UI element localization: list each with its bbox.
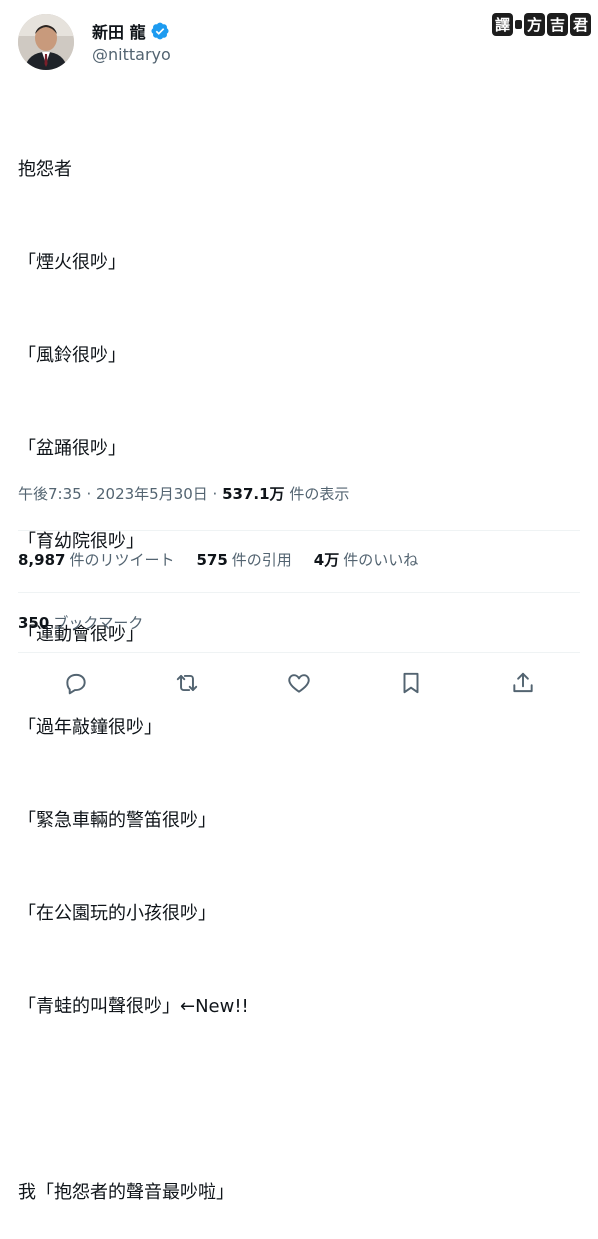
divider: [18, 530, 580, 531]
bookmarks-count: 350: [18, 614, 50, 632]
watermark-char: 君: [570, 12, 592, 36]
retweets-stat[interactable]: 8,987 件のリツイート: [18, 549, 174, 570]
divider: [18, 652, 580, 653]
action-bar: [18, 660, 580, 706]
views-label: 件の表示: [284, 485, 350, 503]
quotes-label: 件の引用: [231, 551, 292, 569]
verified-badge-icon: [150, 21, 170, 41]
tweet-meta: 午後7:35 · 2023年5月30日 · 537.1万 件の表示: [18, 483, 349, 504]
watermark-char: 吉: [547, 12, 569, 36]
avatar[interactable]: [18, 14, 74, 70]
engagement-stats: 8,987 件のリツイート 575 件の引用 4万 件のいいね: [18, 549, 418, 570]
tweet-line: 「盆踊很吵」: [18, 438, 126, 459]
tweet-line: 我「抱怨者的聲音最吵啦」: [18, 1182, 234, 1203]
author-username[interactable]: @nittaryo: [92, 45, 171, 64]
watermark-separator: [515, 19, 523, 29]
retweet-icon[interactable]: [174, 670, 200, 696]
tweet-line: 抱怨者: [18, 159, 72, 180]
reply-icon[interactable]: [63, 670, 89, 696]
bookmarks-label: ブックマーク: [53, 614, 144, 632]
tweet-line: 「緊急車輛的警笛很吵」: [18, 810, 216, 831]
bookmark-icon[interactable]: [398, 670, 424, 696]
divider: [18, 592, 580, 593]
quotes-count: 575: [196, 551, 228, 569]
timestamp[interactable]: 午後7:35 · 2023年5月30日 ·: [18, 485, 222, 503]
share-icon[interactable]: [510, 670, 536, 696]
tweet-line: 「青蛙的叫聲很吵」←New!!: [18, 996, 249, 1017]
tweet-line: 「過年敲鐘很吵」: [18, 717, 162, 738]
tweet-line: 「在公園玩的小孩很吵」: [18, 903, 216, 924]
display-name-text[interactable]: 新田 龍: [92, 19, 146, 43]
retweets-count: 8,987: [18, 551, 66, 569]
watermark: 譯 方 吉 君: [492, 12, 592, 36]
like-icon[interactable]: [286, 670, 312, 696]
retweets-label: 件のリツイート: [69, 551, 175, 569]
watermark-char: 方: [524, 12, 546, 36]
views-count: 537.1万: [222, 485, 285, 503]
likes-stat[interactable]: 4万 件のいいね: [314, 549, 418, 570]
bookmarks-stat[interactable]: 350 ブックマーク: [18, 612, 143, 633]
watermark-char: 譯: [492, 12, 514, 36]
author-display-name[interactable]: 新田 龍: [92, 19, 170, 43]
likes-count: 4万: [313, 551, 340, 569]
tweet-line: 「風鈴很吵」: [18, 345, 126, 366]
quotes-stat[interactable]: 575 件の引用: [196, 549, 291, 570]
tweet-line: 「煙火很吵」: [18, 252, 126, 273]
likes-label: 件のいいね: [343, 551, 419, 569]
